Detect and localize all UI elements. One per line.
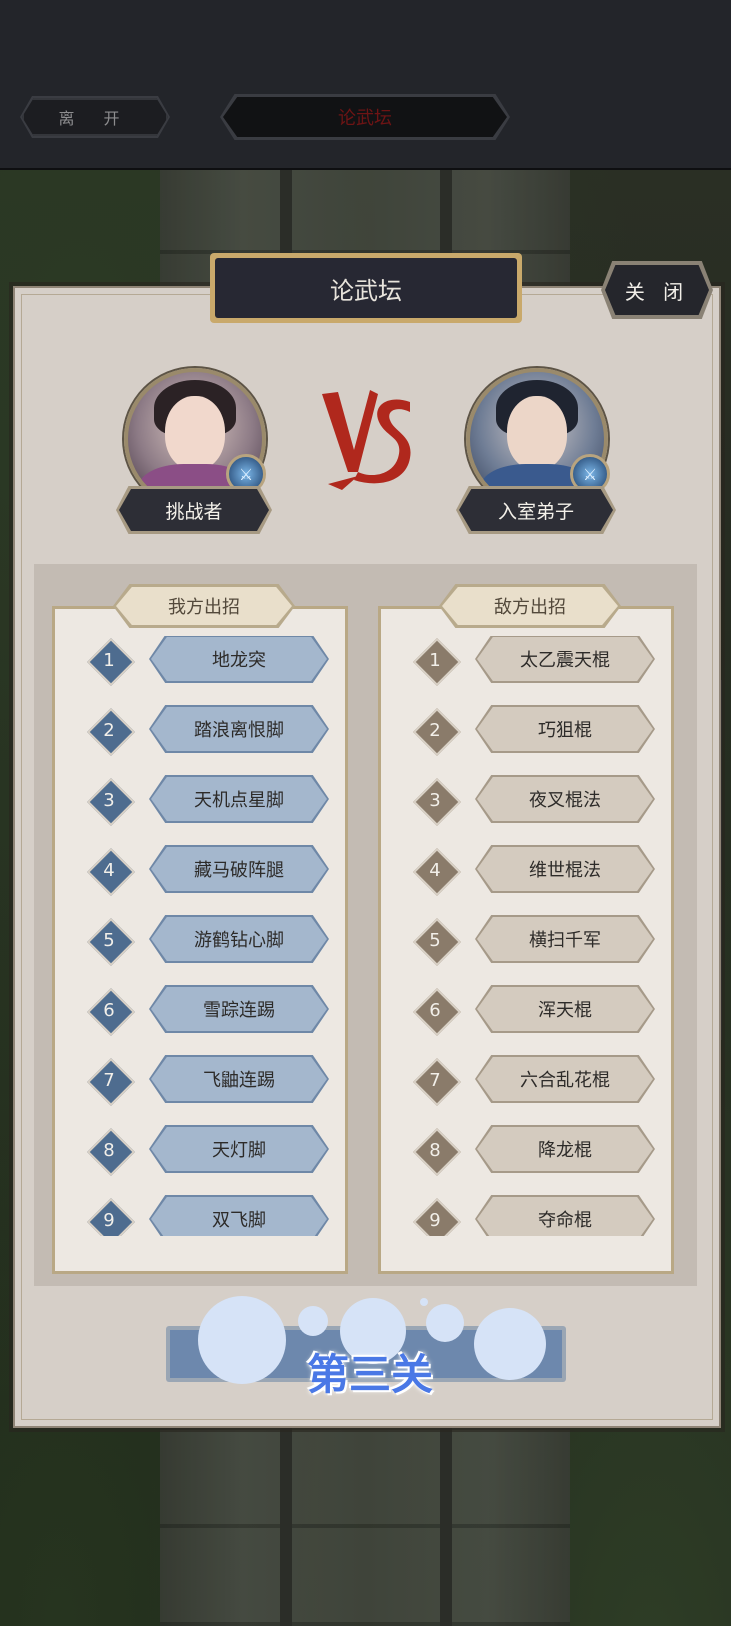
move-number-badge: 9 — [86, 1197, 136, 1236]
move-row[interactable]: 6 雪踪连踢 — [55, 985, 345, 1037]
vs-icon — [322, 390, 411, 490]
move-number: 4 — [429, 859, 441, 881]
move-number: 8 — [103, 1139, 115, 1161]
move-name[interactable]: 浑天棍 — [477, 987, 653, 1031]
move-row[interactable]: 5 横扫千军 — [381, 915, 671, 967]
move-name[interactable]: 游鹤钻心脚 — [151, 917, 327, 961]
move-name[interactable]: 太乙震天棍 — [477, 637, 653, 681]
move-number-badge: 1 — [86, 637, 136, 687]
move-name[interactable]: 六合乱花棍 — [477, 1057, 653, 1101]
move-name[interactable]: 地龙突 — [151, 637, 327, 681]
enemy-moves-header: 敌方出招 — [442, 587, 618, 625]
move-number: 8 — [429, 1139, 441, 1161]
move-number-badge: 4 — [86, 847, 136, 897]
move-name[interactable]: 天机点星脚 — [151, 777, 327, 821]
move-number-badge: 6 — [412, 987, 462, 1037]
move-name[interactable]: 天灯脚 — [151, 1127, 327, 1171]
move-number-badge: 8 — [86, 1127, 136, 1177]
move-number: 2 — [103, 719, 115, 741]
move-name[interactable]: 踏浪离恨脚 — [151, 707, 327, 751]
move-number-badge: 5 — [86, 917, 136, 967]
move-row[interactable]: 6 浑天棍 — [381, 985, 671, 1037]
move-row[interactable]: 7 飞鼬连踢 — [55, 1055, 345, 1107]
move-row[interactable]: 3 天机点星脚 — [55, 775, 345, 827]
move-number: 9 — [103, 1209, 115, 1231]
move-row[interactable]: 7 六合乱花棍 — [381, 1055, 671, 1107]
top-title: 论武坛 — [223, 97, 507, 137]
move-number: 5 — [429, 929, 441, 951]
leave-button[interactable]: 离 开 — [22, 98, 168, 136]
move-number-badge: 7 — [412, 1057, 462, 1107]
move-number: 3 — [429, 789, 441, 811]
challenger-name: 挑战者 — [119, 489, 269, 531]
move-number-badge: 6 — [86, 987, 136, 1037]
move-row[interactable]: 1 太乙震天棍 — [381, 636, 671, 687]
move-number: 5 — [103, 929, 115, 951]
move-name[interactable]: 巧狙棍 — [477, 707, 653, 751]
move-row[interactable]: 4 藏马破阵腿 — [55, 845, 345, 897]
move-number-badge: 3 — [412, 777, 462, 827]
move-number-badge: 8 — [412, 1127, 462, 1177]
bubble-decoration — [298, 1306, 328, 1336]
move-number: 6 — [429, 999, 441, 1021]
move-row[interactable]: 4 维世棍法 — [381, 845, 671, 897]
bubble-decoration — [198, 1296, 286, 1384]
my-moves-list[interactable]: 1 地龙突 2 踏浪离恨脚 3 天机点星脚 4 藏马破阵腿 5 游鹤钻心脚 6 雪踪连踢 7 飞鼬连踢 8 天… — [55, 636, 345, 1236]
move-row[interactable]: 5 游鹤钻心脚 — [55, 915, 345, 967]
stage-label: 第三关 — [306, 1349, 433, 1399]
move-name[interactable]: 维世棍法 — [477, 847, 653, 891]
move-number: 2 — [429, 719, 441, 741]
move-name[interactable]: 藏马破阵腿 — [151, 847, 327, 891]
opponent-name: 入室弟子 — [459, 489, 613, 531]
top-bar — [0, 0, 731, 170]
move-row[interactable]: 2 踏浪离恨脚 — [55, 705, 345, 757]
move-number-badge: 1 — [412, 637, 462, 687]
move-number: 6 — [103, 999, 115, 1021]
panel-title: 论武坛 — [215, 258, 517, 318]
move-number: 7 — [429, 1069, 441, 1091]
my-moves-header: 我方出招 — [116, 587, 292, 625]
enemy-moves-list[interactable]: 1 太乙震天棍 2 巧狙棍 3 夜叉棍法 4 维世棍法 5 横扫千军 6 浑天棍 7 六合乱花棍 8 降龙棍 9… — [381, 636, 671, 1236]
move-name[interactable]: 降龙棍 — [477, 1127, 653, 1171]
move-number-badge: 9 — [412, 1197, 462, 1236]
move-number: 4 — [103, 859, 115, 881]
bubble-decoration — [420, 1298, 428, 1306]
close-button[interactable]: 关 闭 — [605, 265, 709, 315]
move-number-badge: 2 — [412, 707, 462, 757]
move-name[interactable]: 雪踪连踢 — [151, 987, 327, 1031]
move-number: 3 — [103, 789, 115, 811]
move-number: 9 — [429, 1209, 441, 1231]
move-row[interactable]: 9 双飞脚 — [55, 1195, 345, 1236]
move-number-badge: 4 — [412, 847, 462, 897]
move-number-badge: 3 — [86, 777, 136, 827]
move-number-badge: 7 — [86, 1057, 136, 1107]
move-row[interactable]: 8 天灯脚 — [55, 1125, 345, 1177]
move-name[interactable]: 双飞脚 — [151, 1197, 327, 1236]
move-number-badge: 2 — [86, 707, 136, 757]
move-row[interactable]: 1 地龙突 — [55, 636, 345, 687]
move-row[interactable]: 8 降龙棍 — [381, 1125, 671, 1177]
move-number: 1 — [429, 649, 441, 671]
move-name[interactable]: 横扫千军 — [477, 917, 653, 961]
move-row[interactable]: 9 夺命棍 — [381, 1195, 671, 1236]
move-number-badge: 5 — [412, 917, 462, 967]
move-number: 1 — [103, 649, 115, 671]
bubble-decoration — [474, 1308, 546, 1380]
move-name[interactable]: 夺命棍 — [477, 1197, 653, 1236]
move-row[interactable]: 3 夜叉棍法 — [381, 775, 671, 827]
move-number: 7 — [103, 1069, 115, 1091]
move-name[interactable]: 夜叉棍法 — [477, 777, 653, 821]
move-row[interactable]: 2 巧狙棍 — [381, 705, 671, 757]
move-name[interactable]: 飞鼬连踢 — [151, 1057, 327, 1101]
